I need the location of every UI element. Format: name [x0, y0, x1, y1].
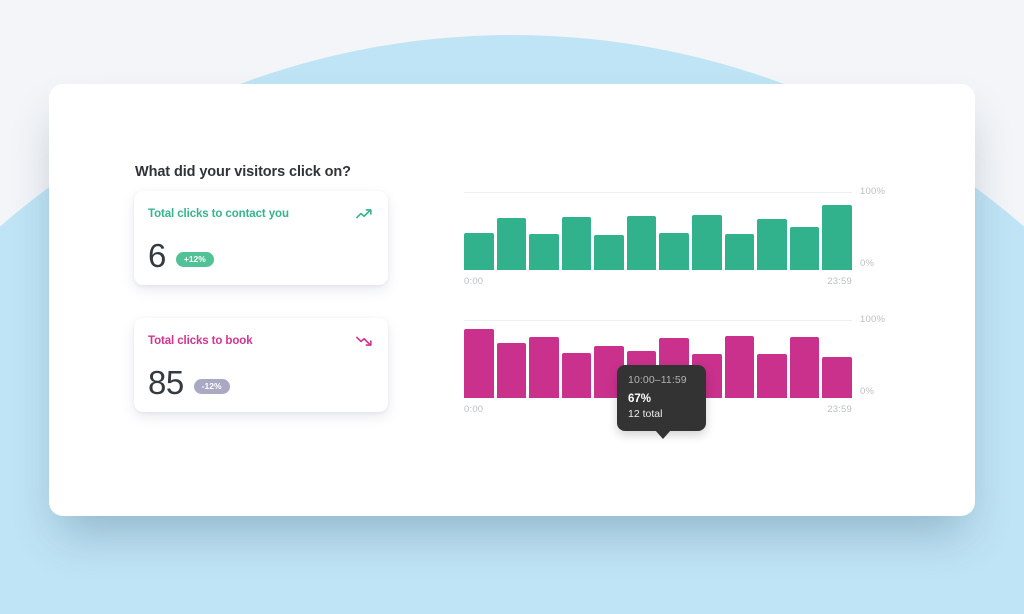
bar[interactable]: [692, 215, 722, 270]
bar-series-green[interactable]: [464, 192, 852, 270]
bar[interactable]: [464, 232, 494, 270]
axis-time-end: 23:59: [827, 404, 852, 415]
axis-label-min: 0%: [860, 258, 875, 269]
metric-label: Total clicks to contact you: [148, 208, 289, 220]
metric-card-header: Total clicks to book: [148, 334, 374, 348]
metric-change-badge: +12%: [175, 251, 214, 268]
page-title: What did your visitors click on?: [135, 164, 351, 180]
bar[interactable]: [529, 337, 559, 398]
bar[interactable]: [659, 233, 690, 270]
axis-time-start: 0:00: [464, 276, 484, 287]
bar[interactable]: [464, 329, 494, 398]
metric-card-header: Total clicks to contact you: [148, 207, 374, 221]
bar[interactable]: [496, 217, 527, 270]
metric-card-booking-clicks[interactable]: Total clicks to book 85 -12%: [134, 318, 388, 412]
metric-card-contact-clicks[interactable]: Total clicks to contact you 6 +12%: [134, 191, 388, 285]
metric-label: Total clicks to book: [148, 335, 253, 347]
bar[interactable]: [757, 354, 787, 398]
tooltip-percent: 67%: [628, 393, 652, 405]
bar[interactable]: [561, 352, 592, 398]
chart-time-axis: 0:00 23:59: [464, 276, 852, 290]
metric-value: 85: [148, 364, 184, 401]
bar[interactable]: [594, 234, 624, 270]
axis-label-max: 100%: [860, 314, 886, 325]
metric-value: 6: [148, 237, 166, 274]
chart-plot-area: 100% 0%: [464, 186, 885, 270]
dashboard-panel: What did your visitors click on? Total c…: [49, 84, 975, 516]
chart-tooltip: 10:00–11:59 67% 12 total: [617, 365, 706, 439]
trend-down-icon: [356, 334, 374, 348]
chart-contact-clicks: 100% 0% 0:00 23:59: [464, 186, 894, 290]
bar[interactable]: [822, 357, 852, 398]
axis-label-max: 100%: [860, 186, 886, 197]
axis-time-end: 23:59: [827, 276, 852, 287]
bar[interactable]: [789, 337, 820, 398]
metric-card-body: 85 -12%: [148, 366, 230, 399]
bar[interactable]: [496, 343, 527, 398]
bar[interactable]: [757, 218, 787, 270]
bar[interactable]: [822, 205, 852, 270]
bar[interactable]: [561, 216, 592, 270]
bar[interactable]: [529, 234, 559, 270]
axis-time-start: 0:00: [464, 404, 484, 415]
bar[interactable]: [789, 227, 820, 270]
bar[interactable]: [724, 336, 755, 398]
bar[interactable]: [626, 216, 657, 270]
bar[interactable]: [724, 234, 755, 270]
trend-up-icon: [356, 207, 374, 221]
tooltip-time-range: 10:00–11:59: [628, 374, 687, 386]
tooltip-total: 12 total: [628, 408, 663, 420]
metric-change-badge: -12%: [193, 378, 230, 395]
axis-label-min: 0%: [860, 386, 875, 397]
metric-card-body: 6 +12%: [148, 239, 214, 272]
